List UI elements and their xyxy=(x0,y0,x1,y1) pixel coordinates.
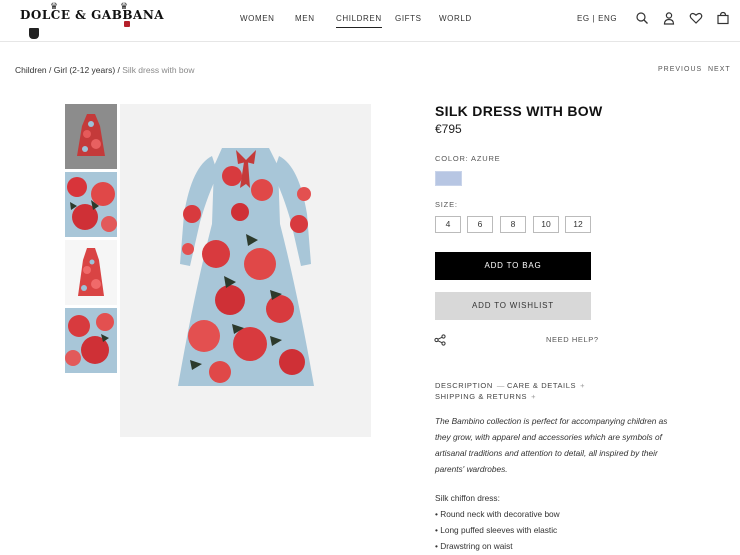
shopping-bag-icon[interactable] xyxy=(716,11,730,25)
size-option-8[interactable]: 8 xyxy=(500,216,526,233)
thumbnail-2[interactable] xyxy=(65,172,117,237)
thumbnail-4[interactable] xyxy=(65,308,117,373)
account-icon[interactable] xyxy=(662,11,676,25)
add-to-bag-button[interactable]: ADD TO BAG xyxy=(435,252,591,280)
shield-icon xyxy=(29,28,39,39)
brand-logo-text: DOLCE & GABBANA xyxy=(20,8,165,22)
tab-shipping-label: SHIPPING & RETURNS xyxy=(435,392,528,401)
dress-back-image xyxy=(65,240,117,305)
size-option-6[interactable]: 6 xyxy=(467,216,493,233)
nav-item-children[interactable]: CHILDREN xyxy=(336,14,382,28)
tab-care-label: CARE & DETAILS xyxy=(507,381,577,390)
locale-selector[interactable]: EG | ENG xyxy=(577,14,617,23)
need-help-link[interactable]: NEED HELP? xyxy=(546,335,599,344)
size-option-10[interactable]: 10 xyxy=(533,216,559,233)
site-header: ♛ ♛ DOLCE & GABBANA WOMEN MEN CHILDREN G… xyxy=(0,0,740,42)
dress-detail-image xyxy=(65,172,117,237)
color-value: AZURE xyxy=(471,154,501,163)
next-link[interactable]: NEXT xyxy=(708,66,731,73)
size-label: SIZE: xyxy=(435,200,458,209)
spec-heading: Silk chiffon dress: xyxy=(435,493,500,503)
dress-hem-image xyxy=(65,308,117,373)
share-icon[interactable] xyxy=(434,334,446,346)
nav-item-gifts[interactable]: GIFTS xyxy=(395,14,422,23)
brand-logo[interactable]: ♛ ♛ DOLCE & GABBANA xyxy=(20,1,164,40)
color-label-text: COLOR: xyxy=(435,154,469,163)
add-to-wishlist-button[interactable]: ADD TO WISHLIST xyxy=(435,292,591,320)
spec-item: • Round neck with decorative bow xyxy=(435,509,560,519)
breadcrumb-children[interactable]: Children xyxy=(15,65,47,75)
emblem-icon xyxy=(124,21,130,27)
dress-thumbnail-image xyxy=(77,114,105,156)
breadcrumb-current: Silk dress with bow xyxy=(122,65,195,75)
product-description: The Bambino collection is perfect for ac… xyxy=(435,416,668,474)
search-icon[interactable] xyxy=(635,11,649,25)
product-main-image[interactable] xyxy=(120,104,371,437)
tab-care-details[interactable]: CARE & DETAILS + xyxy=(507,381,585,390)
nav-item-world[interactable]: WORLD xyxy=(439,14,472,23)
product-price: €795 xyxy=(435,122,462,136)
breadcrumb-girl[interactable]: Girl (2-12 years) xyxy=(54,65,115,75)
tab-shipping-returns[interactable]: SHIPPING & RETURNS + xyxy=(435,392,536,401)
silk-dress-image xyxy=(178,148,314,386)
tab-description-label: DESCRIPTION xyxy=(435,381,493,390)
thumbnail-3[interactable] xyxy=(65,240,117,305)
heart-icon[interactable] xyxy=(689,11,703,25)
breadcrumb: Children / Girl (2-12 years) / Silk dres… xyxy=(15,65,195,75)
thumbnail-1[interactable] xyxy=(65,104,117,169)
spec-item: • Long puffed sleeves with elastic xyxy=(435,525,558,535)
color-label: COLOR: AZURE xyxy=(435,154,500,163)
nav-item-men[interactable]: MEN xyxy=(295,14,315,23)
color-swatch-azure[interactable] xyxy=(435,171,462,186)
size-option-4[interactable]: 4 xyxy=(435,216,461,233)
size-option-12[interactable]: 12 xyxy=(565,216,591,233)
nav-item-women[interactable]: WOMEN xyxy=(240,14,275,23)
spec-item: • Drawstring on waist xyxy=(435,541,513,551)
previous-link[interactable]: PREVIOUS xyxy=(658,66,702,73)
expand-icon: + xyxy=(580,381,586,390)
expand-icon: + xyxy=(531,392,537,401)
collapse-icon: — xyxy=(496,381,505,390)
tab-description[interactable]: DESCRIPTION — xyxy=(435,381,505,390)
product-title: SILK DRESS WITH BOW xyxy=(435,103,603,119)
breadcrumb-separator: / xyxy=(46,65,54,75)
